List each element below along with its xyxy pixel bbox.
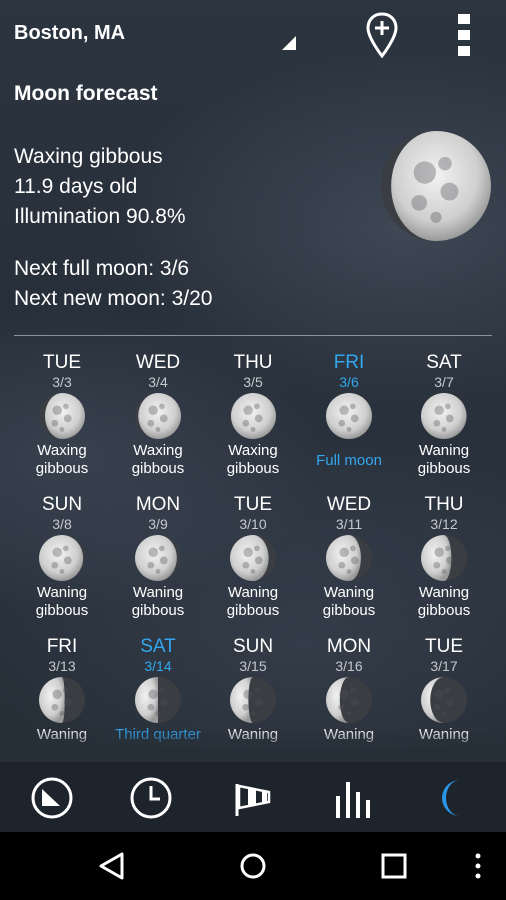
day-name: TUE	[425, 636, 463, 657]
day-date: 3/5	[243, 374, 263, 390]
phase-label: Waning gibbous	[322, 584, 376, 619]
bar-chart-icon[interactable]	[332, 776, 376, 820]
phase-label: Waning gibbous	[35, 584, 89, 619]
day-name: SAT	[426, 352, 462, 373]
back-icon[interactable]	[96, 850, 128, 882]
moon-phase-icon	[230, 393, 276, 439]
day-cell[interactable]: TUE 3/3 Waxing gibbous	[14, 352, 110, 478]
current-moon-image	[381, 131, 491, 241]
phase-label: Waning gibbous	[417, 584, 471, 619]
app-header: Boston, MA	[0, 0, 506, 70]
moon-phase-icon	[230, 535, 276, 581]
day-date: 3/12	[430, 516, 458, 532]
next-new-moon: Next new moon: 3/20	[14, 287, 213, 310]
day-cell[interactable]: MON 3/9 Waning gibbous	[110, 494, 206, 620]
day-cell[interactable]: SUN 3/8 Waning gibbous	[14, 494, 110, 620]
scroll-fade	[0, 728, 506, 762]
moon-phase-icon	[39, 393, 85, 439]
day-cell[interactable]: WED 3/4 Waxing gibbous	[110, 352, 206, 478]
moon-forecast-title: Moon forecast	[14, 82, 158, 105]
next-full-moon: Next full moon: 3/6	[14, 257, 190, 280]
phase-label: Waning gibbous	[226, 584, 280, 619]
windsock-icon[interactable]	[231, 776, 275, 820]
phase-label: Waxing gibbous	[131, 442, 185, 477]
phase-label: Full moon	[316, 452, 382, 469]
current-phase: Waxing gibbous	[14, 145, 163, 168]
moon-phase-icon	[230, 677, 276, 723]
moon-age: 11.9 days old	[14, 175, 138, 198]
moon-phase-icon	[39, 535, 85, 581]
more-vert-icon[interactable]	[456, 14, 472, 56]
divider	[14, 335, 492, 336]
system-nav-bar	[0, 832, 506, 900]
day-date: 3/10	[239, 516, 267, 532]
phase-label: Waning gibbous	[417, 442, 471, 477]
day-cell[interactable]: WED 3/11 Waning gibbous	[301, 494, 397, 620]
location-label[interactable]: Boston, MA	[14, 22, 125, 45]
day-date: 3/17	[430, 658, 458, 674]
day-date: 3/15	[239, 658, 267, 674]
moon-phase-icon	[421, 393, 467, 439]
bottom-tab-bar	[0, 762, 506, 832]
day-cell[interactable]: SAT 3/7 Waning gibbous	[396, 352, 492, 478]
day-date: 3/8	[52, 516, 72, 532]
day-date: 3/4	[148, 374, 168, 390]
moon-icon[interactable]	[432, 776, 476, 820]
day-cell[interactable]: TUE 3/10 Waning gibbous	[205, 494, 301, 620]
day-name: SUN	[41, 494, 83, 515]
day-name: FRI	[333, 352, 365, 373]
day-name: SUN	[232, 636, 274, 657]
moon-current-info: Waxing gibbous 11.9 days old Illuminatio…	[14, 142, 186, 232]
day-date: 3/6	[339, 374, 359, 390]
day-cell[interactable]: FRI 3/6 Full moon	[301, 352, 397, 470]
day-name: THU	[233, 352, 273, 373]
moon-phase-icon	[326, 535, 372, 581]
day-name: WED	[135, 352, 181, 373]
nav-more-vert-icon[interactable]	[462, 850, 494, 882]
moon-phase-icon	[421, 677, 467, 723]
day-name: MON	[135, 494, 181, 515]
day-name: SAT	[140, 636, 176, 657]
day-name: THU	[424, 494, 464, 515]
add-location-pin-icon[interactable]	[366, 12, 398, 58]
moon-calendar-grid: TUE 3/3 Waxing gibbous WED 3/4 Waxing gibbous…	[0, 346, 506, 748]
day-date: 3/3	[52, 374, 72, 390]
moon-illumination: Illumination 90.8%	[14, 205, 186, 228]
moon-phase-icon	[421, 535, 467, 581]
moon-phase-icon	[135, 393, 181, 439]
day-name: WED	[326, 494, 372, 515]
clock-icon[interactable]	[129, 776, 173, 820]
home-icon[interactable]	[237, 850, 269, 882]
dropdown-icon[interactable]	[282, 36, 296, 50]
phase-label: Waning gibbous	[131, 584, 185, 619]
moon-phase-icon	[39, 677, 85, 723]
day-date: 3/11	[335, 516, 363, 532]
moon-phase-icon	[135, 535, 181, 581]
phase-label: Waxing gibbous	[226, 442, 280, 477]
day-date: 3/7	[434, 374, 454, 390]
day-date: 3/9	[148, 516, 168, 532]
moon-next-info: Next full moon: 3/6 Next new moon: 3/20	[14, 254, 212, 314]
day-name: TUE	[43, 352, 81, 373]
moon-phase-icon	[135, 677, 181, 723]
day-cell[interactable]: THU 3/5 Waxing gibbous	[205, 352, 301, 478]
moon-phase-icon	[326, 677, 372, 723]
day-cell[interactable]: THU 3/12 Waning gibbous	[396, 494, 492, 620]
recents-icon[interactable]	[378, 850, 410, 882]
day-name: FRI	[46, 636, 78, 657]
forecast-chart-icon[interactable]	[30, 776, 74, 820]
day-name: TUE	[234, 494, 272, 515]
day-date: 3/14	[144, 658, 172, 674]
phase-label: Waxing gibbous	[35, 442, 89, 477]
day-date: 3/13	[48, 658, 76, 674]
moon-phase-icon	[326, 393, 372, 439]
day-name: MON	[326, 636, 372, 657]
day-date: 3/16	[335, 658, 363, 674]
